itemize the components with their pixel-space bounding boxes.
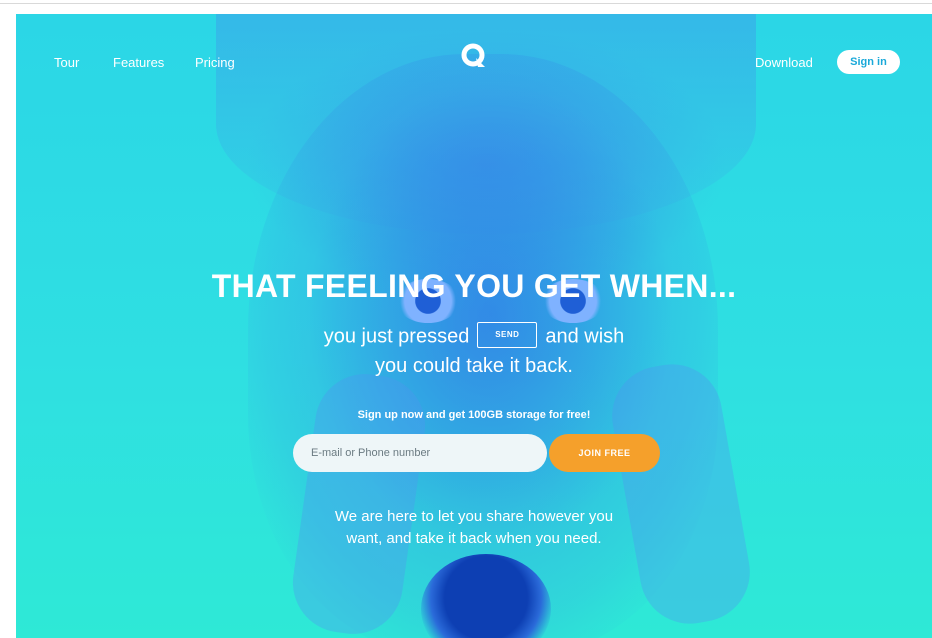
hero-subheadline-line1: you just pressed SEND and wish	[16, 322, 932, 350]
nav-link-download[interactable]: Download	[755, 55, 813, 70]
nav-link-tour[interactable]: Tour	[54, 55, 79, 70]
q-logo-icon[interactable]	[460, 42, 488, 70]
subheadline-text-before: you just pressed	[323, 325, 470, 348]
promo-text: Sign up now and get 100GB storage for fr…	[357, 409, 591, 421]
nav-link-pricing[interactable]: Pricing	[195, 55, 235, 70]
sign-in-button[interactable]: Sign in	[837, 50, 900, 74]
nav-link-features[interactable]: Features	[113, 55, 164, 70]
email-phone-input[interactable]	[293, 434, 547, 472]
hero-headline: THAT FEELING YOU GET WHEN...	[211, 268, 737, 304]
hero-subheadline-line2: you could take it back.	[375, 355, 573, 377]
send-button-illustration: SEND	[477, 322, 538, 348]
tagline-line1: We are here to let you share however you	[334, 508, 614, 525]
join-free-button[interactable]: JOIN FREE	[549, 434, 660, 472]
hero-section: Tour Features Pricing Download Sign in T…	[16, 14, 932, 638]
tagline-line2: want, and take it back when you need.	[346, 530, 602, 547]
subheadline-text-after: and wish	[545, 325, 625, 348]
top-border-line	[0, 3, 932, 4]
